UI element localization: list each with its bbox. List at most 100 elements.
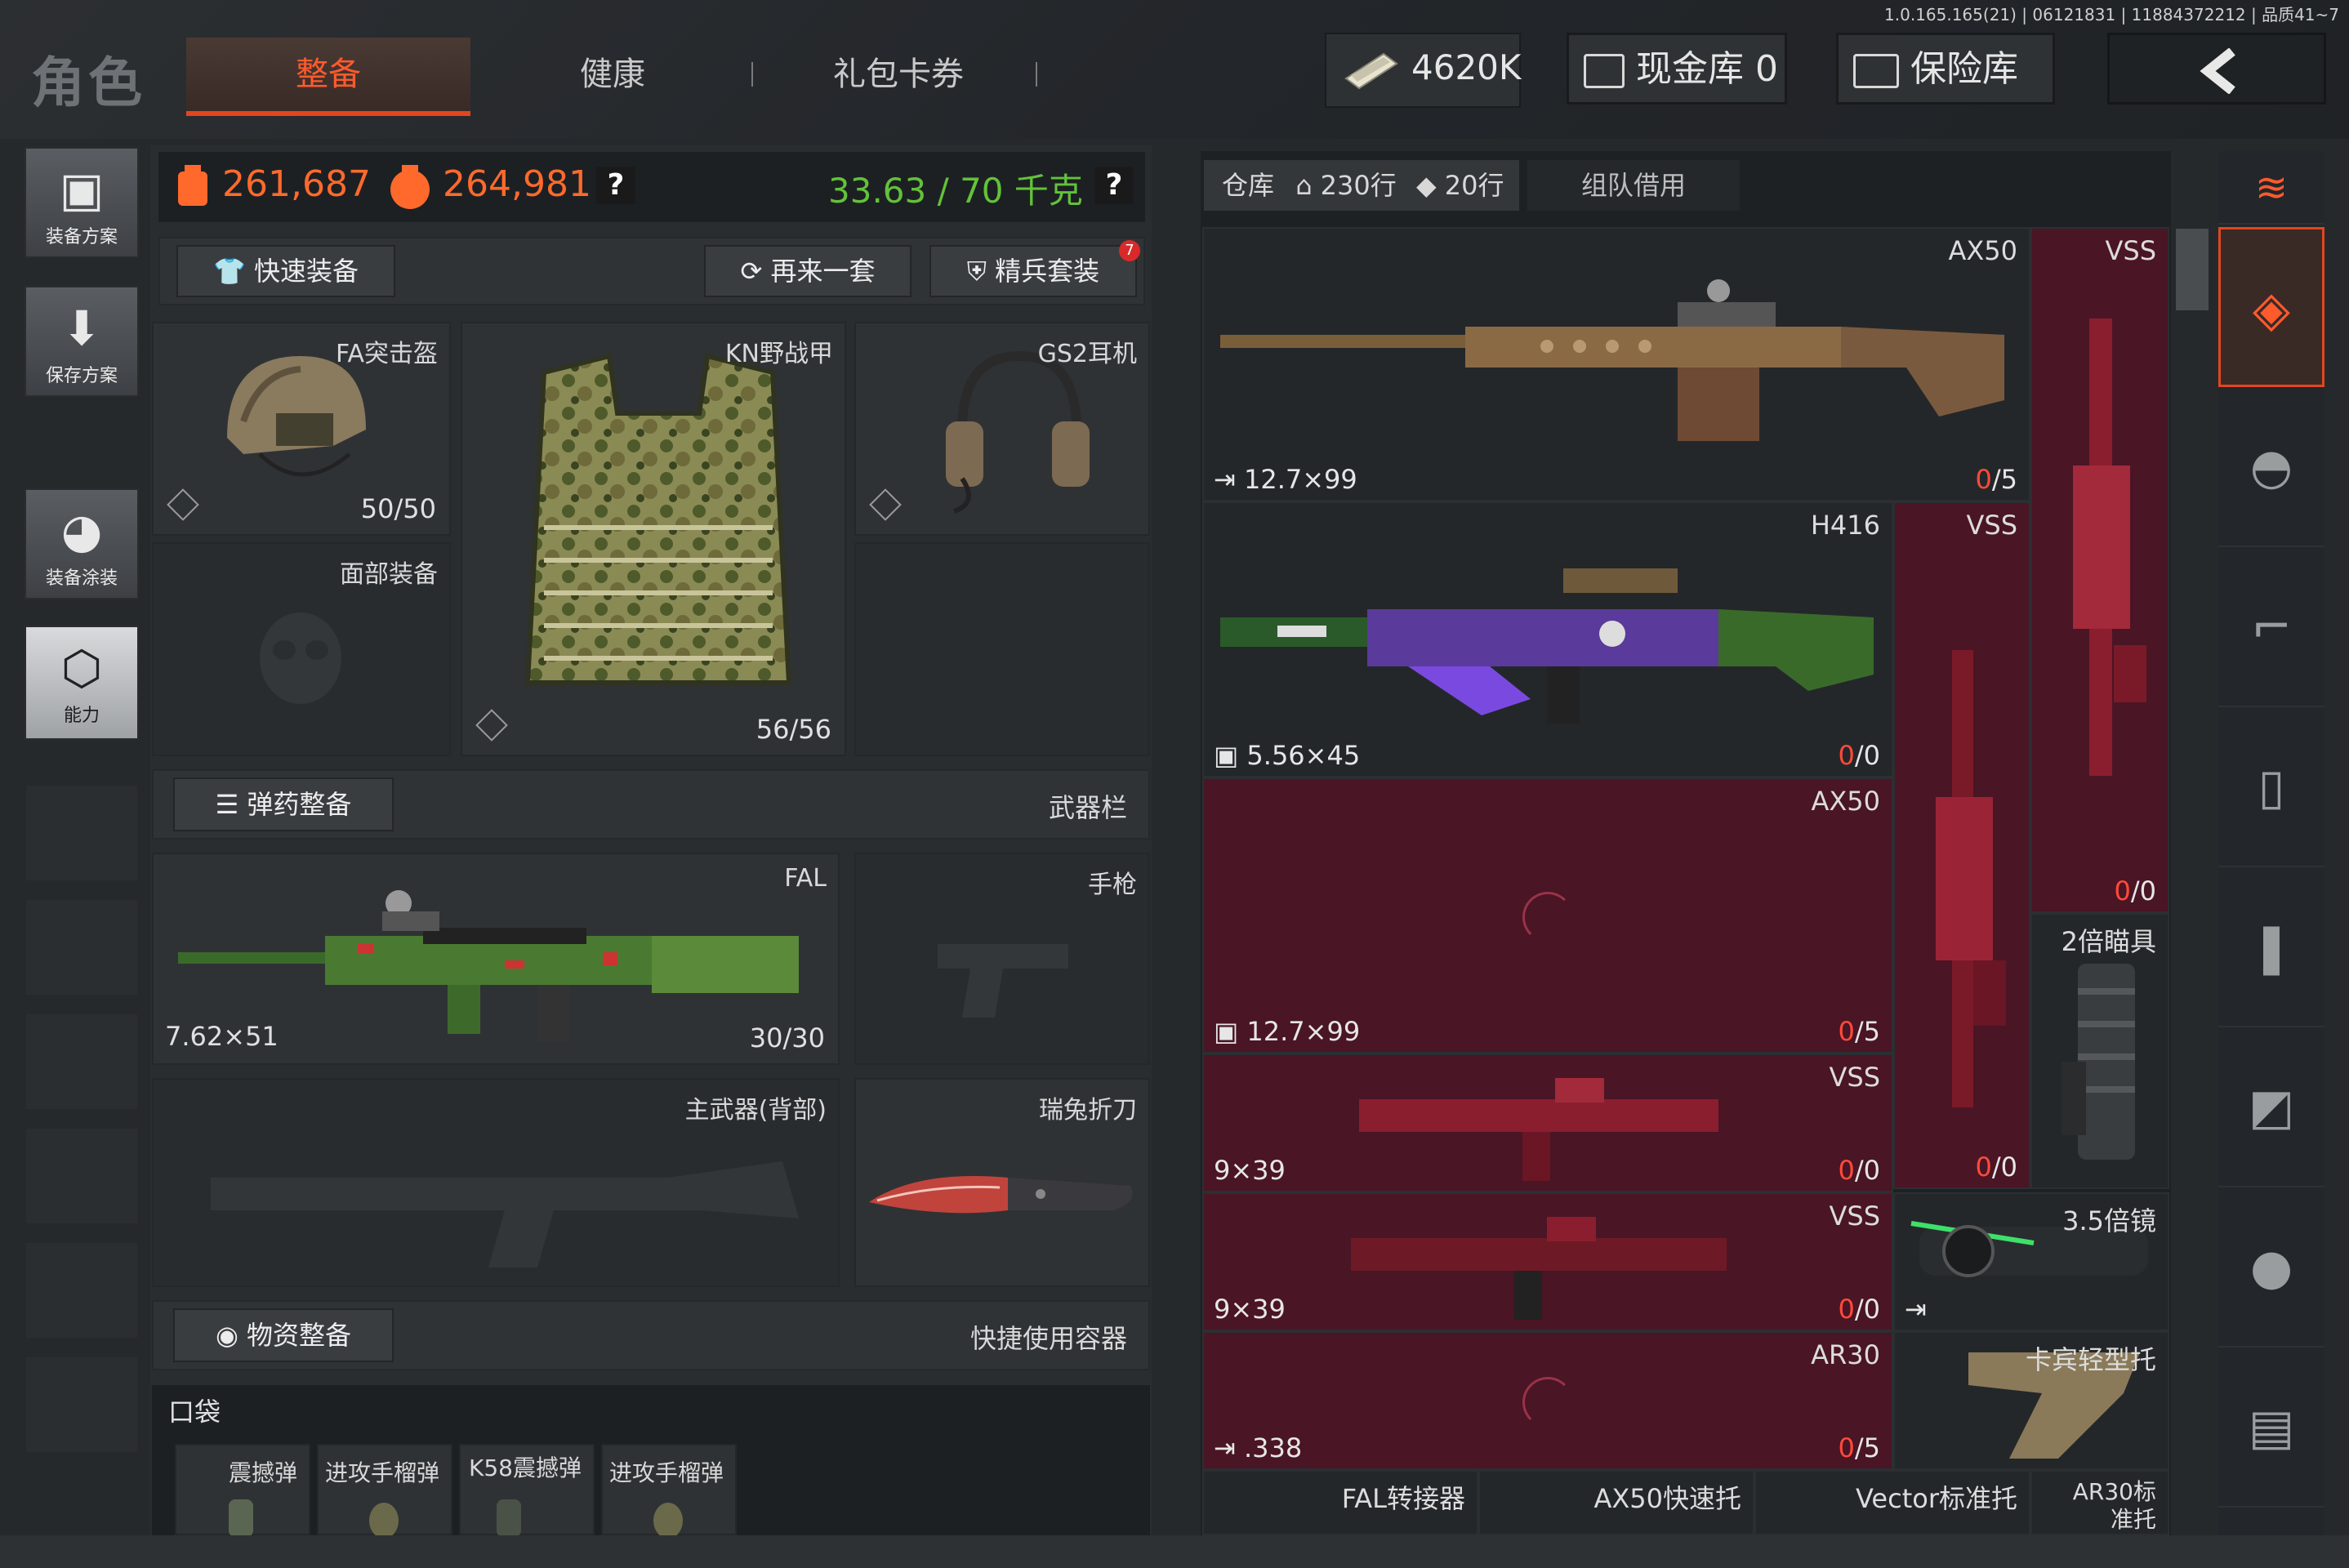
warehouse-item-scope2x[interactable]: 2倍瞄具 (2030, 913, 2169, 1189)
knife-name: 瑞兔折刀 (1039, 1096, 1137, 1125)
help-icon[interactable]: ? (596, 167, 635, 204)
item-ammo: 0/0 (1838, 1155, 1881, 1186)
weight-value: 33.63 / 70 千克 (828, 171, 1083, 211)
ammo-equip-button[interactable]: ☰ 弹药整备 (173, 777, 394, 831)
pocket-item[interactable]: 进攻手榴弹 (601, 1444, 737, 1537)
item-caliber: ⇥ 12.7×99 (1214, 464, 1357, 495)
download-icon: ⬇ (61, 301, 102, 356)
quick-container-label: 快捷使用容器 (969, 1323, 1127, 1354)
knife-slot[interactable]: 瑞兔折刀 (854, 1078, 1150, 1287)
item-name: VSS (1829, 1200, 1880, 1232)
category-magazine[interactable]: ▯ (2218, 707, 2324, 867)
category-misc[interactable]: ▤ (2218, 1348, 2324, 1508)
item-caliber: ⇥ (1905, 1294, 1927, 1325)
bottom-bar (0, 1535, 2349, 1568)
warehouse-item-stock[interactable]: 卡宾轻型托 (1893, 1331, 2169, 1470)
safe-label: 保险库 (1910, 48, 2018, 90)
warehouse-item-vss[interactable]: VSS 9×39 0/0 (1202, 1054, 1893, 1192)
equip-skin-button[interactable]: ◕ 装备涂装 (25, 488, 139, 599)
back-weapon-slot[interactable]: 主武器(背部) (152, 1078, 840, 1287)
insured-icon (167, 488, 199, 521)
quick-equip-button[interactable]: 👕 快速装备 (176, 245, 395, 297)
ammo-icon: ⇥ (1905, 1294, 1927, 1325)
cash-vault-button[interactable]: 现金库 0 (1567, 33, 1787, 105)
version-text: 1.0.165.165(21) | 06121831 | 11884372212… (1884, 5, 2339, 24)
stun-grenade-icon (497, 1499, 521, 1537)
ammo-icon: ⇥ (1214, 1432, 1244, 1463)
category-throwable[interactable]: ● (2218, 1187, 2324, 1348)
warehouse-item-h416[interactable]: H416 ▣ 5.56×45 0/0 (1202, 501, 1893, 777)
money-display: 4620K (1325, 33, 1521, 108)
again-button[interactable]: ⟳ 再来一套 (704, 245, 912, 297)
list-icon: ☰ (215, 789, 239, 820)
face-slot[interactable]: 面部装备 (152, 542, 451, 756)
pocket-item[interactable]: 震撼弹 (175, 1444, 310, 1537)
primary-weapon-slot[interactable]: FAL 7.62×51 30/30 (152, 853, 840, 1065)
empty-gear-slot[interactable] (854, 542, 1150, 756)
grenade-icon: ◉ (215, 1320, 238, 1351)
pocket-item[interactable]: K58震撼弹 (459, 1444, 595, 1537)
sight-icon: ◩ (2248, 1079, 2295, 1136)
item-name: AX50 (1811, 786, 1880, 817)
pistol-slot[interactable]: 手枪 (854, 853, 1150, 1065)
warehouse-item-ax50-stock[interactable]: AX50快速托 (1478, 1470, 1754, 1535)
helmet-slot[interactable]: FA突击盔 50/50 (152, 322, 451, 536)
tag-icon: ◆ (1415, 170, 1437, 201)
warehouse-item-vector-stock[interactable]: Vector标准托 (1754, 1470, 2030, 1535)
warehouse-item-vss[interactable]: VSS 0/0 (2030, 227, 2169, 913)
ability-label: 能力 (63, 706, 100, 726)
helmet-durability: 50/50 (360, 493, 436, 524)
shirt-icon: 👕 (212, 256, 246, 287)
item-caliber: ⇥ .338 (1214, 1432, 1303, 1463)
ability-button[interactable]: ⬡ 能力 (25, 626, 139, 740)
save-plan-button[interactable]: ⬇ 保存方案 (25, 286, 139, 397)
category-ammo[interactable]: ❚ (2218, 867, 2324, 1027)
tab-health[interactable]: 健康 (531, 38, 694, 111)
pocket-item[interactable]: 进攻手榴弹 (317, 1444, 452, 1537)
tab-equip[interactable]: 整备 (186, 38, 470, 116)
sort-icon[interactable]: ≋ (2218, 151, 2324, 225)
tab-separator (751, 62, 753, 87)
item-name: AR30标准托 (2072, 1478, 2156, 1533)
loading-spinner (1522, 892, 1573, 942)
h416-rifle-image (1220, 568, 1874, 724)
warehouse-item-vss[interactable]: VSS 9×39 0/0 (1202, 1192, 1893, 1331)
team-borrow-tab[interactable]: 组队借用 (1527, 160, 1740, 211)
item-caliber: ▣ 5.56×45 (1214, 740, 1361, 771)
warehouse-item-ax50[interactable]: AX50 ▣ 12.7×99 0/5 (1202, 777, 1893, 1054)
item-name: Vector标准托 (1856, 1483, 2017, 1514)
ability-icon: ⬡ (60, 640, 103, 696)
equip-skin-label: 装备涂装 (45, 568, 118, 589)
warehouse-tab[interactable]: 仓库 ⌂ 230行 ◆ 20行 (1204, 160, 1519, 211)
rifle-placeholder-icon (211, 1161, 799, 1267)
armor-image (524, 353, 792, 685)
money-value: 4620K (1411, 47, 1522, 87)
safe-icon (1853, 54, 1899, 88)
category-attachment[interactable]: ◩ (2218, 1027, 2324, 1187)
armor-slot[interactable]: KN野战甲 56/56 (461, 322, 846, 756)
warehouse-item-ar30-stock[interactable]: AR30标准托 (2030, 1470, 2169, 1535)
elite-kit-button[interactable]: ⛨ 精兵套装 (929, 245, 1137, 297)
warehouse-item-scope35x[interactable]: 3.5倍镜 ⇥ (1893, 1192, 2169, 1331)
item-name: 3.5倍镜 (2062, 1205, 2156, 1236)
warehouse-item-vss[interactable]: VSS 0/0 (1893, 501, 2030, 1189)
warehouse-item-fal-adapter[interactable]: FAL转接器 (1202, 1470, 1478, 1535)
safe-button[interactable]: 保险库 (1836, 33, 2055, 105)
scrollbar[interactable] (2176, 229, 2209, 310)
warehouse-item-ar30[interactable]: AR30 ⇥ .338 0/5 (1202, 1331, 1893, 1470)
back-button[interactable] (2107, 33, 2326, 105)
category-all[interactable]: ◈ (2218, 227, 2324, 387)
weight-help-icon[interactable]: ? (1094, 167, 1134, 204)
empty-slot (25, 898, 139, 996)
grenade-icon (369, 1503, 399, 1537)
stun-grenade-icon (229, 1499, 253, 1537)
headset-slot[interactable]: GS2耳机 (854, 322, 1150, 536)
vss-rifle-image (2073, 318, 2146, 776)
category-rifle[interactable]: ⌐ (2218, 547, 2324, 707)
fal-rifle-image (178, 890, 799, 1042)
tab-gift[interactable]: 礼包卡券 (809, 38, 988, 111)
equip-plan-button[interactable]: ▣ 装备方案 (25, 147, 139, 258)
category-helmet[interactable]: ◓ (2218, 387, 2324, 547)
warehouse-item-ax50[interactable]: AX50 ⇥ 12.7×99 0/5 (1202, 227, 2030, 501)
supply-equip-button[interactable]: ◉ 物资整备 (173, 1308, 394, 1362)
